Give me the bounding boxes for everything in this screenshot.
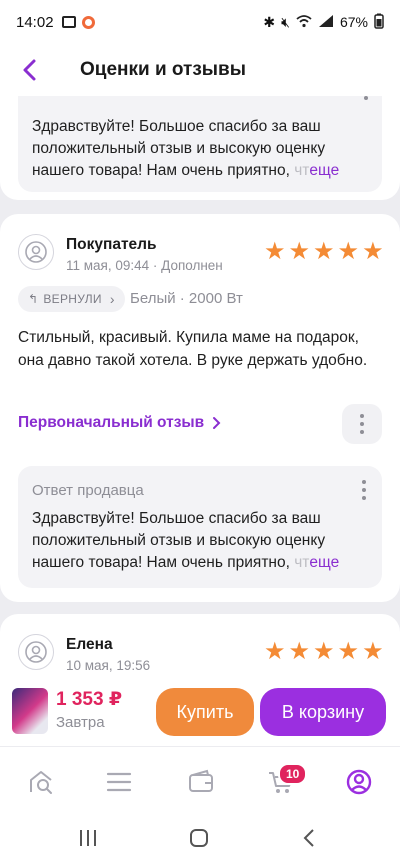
gallery-icon	[61, 16, 76, 28]
star-icon: ★	[288, 238, 311, 265]
nav-home[interactable]	[26, 767, 56, 797]
avatar	[18, 234, 54, 270]
review-author: Покупатель	[66, 236, 157, 253]
nav-profile[interactable]	[344, 767, 374, 797]
signal-icon	[318, 14, 334, 31]
star-icon: ★	[362, 638, 384, 665]
home-icon	[190, 829, 208, 847]
read-more-link[interactable]: еще	[309, 162, 339, 179]
seller-reply-text: Здравствуйте! Большое спасибо за ваш пол…	[32, 118, 340, 179]
battery-icon	[374, 13, 384, 32]
page-title: Оценки и отзывы	[80, 59, 246, 80]
seller-reply-box: Здравствуйте! Большое спасибо за ваш пол…	[18, 96, 382, 192]
returned-chip: ↰ ВЕРНУЛИ ›	[18, 286, 125, 312]
recent-apps-button[interactable]	[78, 828, 98, 853]
review-date: 11 мая, 09:44 · Дополнен	[66, 258, 223, 273]
battery-text: 67%	[339, 14, 368, 30]
review-author: Елена	[66, 636, 113, 653]
nav-catalog[interactable]	[104, 767, 134, 797]
read-more-link[interactable]: еще	[309, 554, 339, 571]
reviews-list[interactable]: Здравствуйте! Большое спасибо за ваш пол…	[0, 96, 400, 686]
star-icon: ★	[288, 638, 311, 665]
star-icon: ★	[264, 638, 286, 665]
star-icon: ★	[313, 238, 335, 265]
seller-reply-box: Ответ продавца Здравствуйте! Большое спа…	[18, 466, 382, 588]
back-system-button[interactable]	[302, 828, 316, 853]
wifi-icon	[296, 14, 312, 31]
rating-stars: ★ ★ ★ ★ ★	[264, 240, 384, 264]
chevron-right-icon: ›	[109, 291, 115, 307]
user-icon	[25, 641, 47, 663]
buy-button[interactable]: Купить	[156, 688, 254, 736]
mute-icon: 🔇︎	[281, 13, 290, 30]
nav-wallet[interactable]	[186, 767, 216, 797]
system-navigation	[0, 816, 400, 866]
status-bar: 14:02 ✱ 🔇︎ 67%	[0, 0, 400, 44]
seller-reply-text: Здравствуйте! Большое спасибо за ваш пол…	[32, 510, 340, 571]
recents-icon	[80, 830, 96, 846]
home-search-icon	[30, 771, 52, 794]
return-arrow-icon: ↰	[28, 292, 39, 306]
app-header: Оценки и отзывы	[0, 44, 400, 96]
more-options-button[interactable]	[342, 404, 382, 444]
review-card: Здравствуйте! Большое спасибо за ваш пол…	[0, 96, 400, 200]
bluetooth-icon: ✱	[263, 13, 276, 30]
profile-icon	[346, 769, 372, 795]
review-date: 10 мая, 19:56	[66, 658, 151, 673]
wallet-icon	[189, 769, 213, 792]
kebab-icon	[360, 414, 364, 434]
review-card: Елена 10 мая, 19:56 ★ ★ ★ ★ ★	[0, 614, 400, 686]
home-button[interactable]	[189, 828, 209, 853]
rating-stars: ★ ★ ★ ★ ★	[264, 640, 384, 664]
chevron-left-icon	[303, 829, 314, 847]
star-icon: ★	[313, 638, 335, 665]
product-variant: Белый · 2000 Вт	[130, 290, 243, 307]
star-icon: ★	[337, 638, 360, 665]
star-icon: ★	[337, 238, 360, 265]
product-thumbnail[interactable]	[12, 688, 48, 734]
review-text: Стильный, красивый. Купила маме на подар…	[18, 329, 368, 369]
delivery-date: Завтра	[56, 714, 105, 731]
bottom-navigation: 10	[0, 746, 400, 816]
star-icon: ★	[264, 238, 286, 265]
buy-bar: 1 353 ₽ Завтра Купить В корзину	[0, 686, 400, 746]
add-to-cart-button[interactable]: В корзину	[260, 688, 386, 736]
back-arrow-icon	[23, 59, 36, 81]
user-icon	[25, 241, 47, 263]
menu-icon	[106, 772, 132, 792]
product-price: 1 353 ₽	[56, 689, 123, 710]
avatar	[18, 634, 54, 670]
status-time: 14:02	[16, 13, 54, 31]
review-card: Покупатель 11 мая, 09:44 · Дополнен ★ ★ …	[0, 214, 400, 602]
chevron-right-icon	[213, 417, 221, 429]
recording-icon	[81, 15, 95, 29]
star-icon: ★	[362, 238, 384, 265]
cart-count-badge: 10	[278, 763, 308, 785]
original-review-link[interactable]: Первоначальный отзыв	[18, 414, 221, 432]
back-button[interactable]	[0, 44, 60, 96]
